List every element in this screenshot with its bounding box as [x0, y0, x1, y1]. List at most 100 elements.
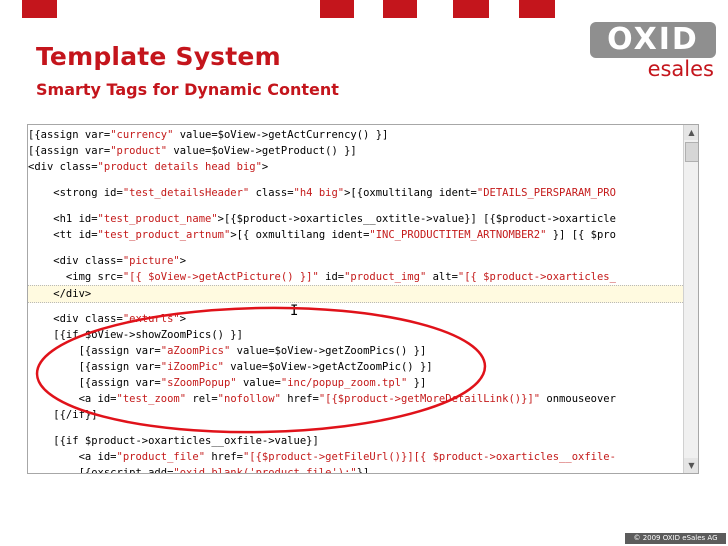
code-string: "nofollow"	[217, 393, 281, 405]
copyright-footer: © 2009 OXID eSales AG	[625, 533, 726, 544]
code-text: href=	[280, 393, 319, 405]
code-line[interactable]: [{oxscript add="oxid.blank('product_file…	[28, 465, 683, 473]
code-string: "[{ $oView->getActPicture() }]"	[122, 271, 319, 283]
code-text: [{if $product->oxarticles__oxfile->value…	[28, 435, 319, 447]
code-text: [{assign var=	[28, 129, 111, 141]
code-text: <a id=	[28, 393, 117, 405]
code-string: "[{$product->getMoreDetailLink()}]"	[318, 393, 541, 405]
code-text: }]	[356, 467, 370, 473]
code-string: "iZoomPic"	[160, 361, 224, 373]
code-text: value=	[236, 377, 281, 389]
code-line[interactable]: [{assign var="product" value=$oView->get…	[28, 143, 683, 159]
scroll-up-icon[interactable]: ▲	[684, 125, 698, 140]
code-text: }] [{ $pro	[546, 229, 616, 241]
code-line[interactable]: [{/if}]	[28, 407, 683, 423]
code-line[interactable]: <a id="product_file" href="[{$product->g…	[28, 449, 683, 465]
code-string: "[{ $product->oxarticles_	[457, 271, 616, 283]
top-bar-block	[519, 0, 555, 18]
code-line[interactable]: <a id="test_zoom" rel="nofollow" href="[…	[28, 391, 683, 407]
code-text: <tt id=	[28, 229, 98, 241]
code-string: "product_file"	[116, 451, 206, 463]
code-string: "aZoomPics"	[160, 345, 231, 357]
code-area[interactable]: [{assign var="currency" value=$oView->ge…	[28, 125, 683, 473]
code-text: alt=	[426, 271, 458, 283]
code-text: value=$oView->getActZoomPic() }]	[223, 361, 433, 373]
code-line[interactable]: <h1 id="test_product_name">[{$product->o…	[28, 211, 683, 227]
code-text: value=$oView->getActCurrency() }]	[173, 129, 389, 141]
code-text: </div>	[28, 288, 92, 300]
code-string: "sZoomPopup"	[160, 377, 237, 389]
code-text: [{assign var=	[28, 345, 161, 357]
code-line[interactable]: <tt id="test_product_artnum">[{ oxmultil…	[28, 227, 683, 243]
code-line[interactable]: [{assign var="iZoomPic" value=$oView->ge…	[28, 359, 683, 375]
code-string: "test_zoom"	[116, 393, 187, 405]
code-string: "product"	[110, 145, 168, 157]
oxid-esales-logo: OXID esales	[590, 22, 718, 80]
code-text: >	[261, 161, 269, 173]
top-decorative-bar	[0, 0, 728, 18]
code-text: [{/if}]	[28, 409, 98, 421]
code-text: [{assign var=	[28, 377, 161, 389]
code-text: <a id=	[28, 451, 117, 463]
logo-esales-text: esales	[647, 57, 714, 81]
text-cursor-icon: I	[290, 303, 299, 319]
code-text: value=$oView->getProduct() }]	[167, 145, 357, 157]
vertical-scrollbar[interactable]: ▲ ▼	[683, 125, 698, 473]
code-string: "product_img"	[344, 271, 427, 283]
code-text: >[{$product->oxarticles__oxtitle->value}…	[217, 213, 616, 225]
code-line[interactable]: <strong id="test_detailsHeader" class="h…	[28, 185, 683, 201]
top-bar-block	[22, 0, 57, 18]
slide-title: Template System	[36, 42, 281, 71]
code-string: "INC_PRODUCTITEM_ARTNOMBER2"	[369, 229, 547, 241]
code-text: <div class=	[28, 255, 123, 267]
code-text: >	[179, 313, 187, 325]
code-text: href=	[205, 451, 243, 463]
code-text: [{if $oView->showZoomPics() }]	[28, 329, 243, 341]
code-text: <img src=	[28, 271, 123, 283]
code-string: "oxid.blank('product_file');"	[173, 467, 357, 473]
slide-subtitle: Smarty Tags for Dynamic Content	[36, 80, 339, 99]
code-text: [{assign var=	[28, 361, 161, 373]
code-string: "test_detailsHeader"	[122, 187, 250, 199]
code-text: <h1 id=	[28, 213, 98, 225]
code-string: "currency"	[110, 129, 174, 141]
code-text: <div class=	[28, 313, 123, 325]
logo-oxid-text: OXID	[607, 22, 699, 57]
code-text: }]	[407, 377, 427, 389]
code-text: [{oxscript add=	[28, 467, 174, 473]
code-line[interactable]: [{assign var="currency" value=$oView->ge…	[28, 127, 683, 143]
code-editor[interactable]: [{assign var="currency" value=$oView->ge…	[27, 124, 699, 474]
code-line[interactable]: <div class="picture">	[28, 253, 683, 269]
code-text: onmouseover	[540, 393, 616, 405]
code-text: >[{oxmultilang ident=	[344, 187, 477, 199]
code-string: "test_product_artnum"	[97, 229, 231, 241]
code-string: "inc/popup_zoom.tpl"	[280, 377, 408, 389]
code-text: <div class=	[28, 161, 98, 173]
code-string: "[{$product->getFileUrl()}][{ $product->…	[242, 451, 616, 463]
code-string: "picture"	[122, 255, 180, 267]
code-string: "exturls"	[122, 313, 180, 325]
code-text: value=$oView->getZoomPics() }]	[230, 345, 427, 357]
code-string: "test_product_name"	[97, 213, 218, 225]
code-text: >[{ oxmultilang ident=	[230, 229, 370, 241]
code-line[interactable]: <div class="exturls">	[28, 311, 683, 327]
code-text: >	[179, 255, 187, 267]
scrollbar-thumb[interactable]	[685, 142, 698, 162]
code-line[interactable]: [{assign var="sZoomPopup" value="inc/pop…	[28, 375, 683, 391]
code-line[interactable]: [{if $product->oxarticles__oxfile->value…	[28, 433, 683, 449]
code-text: class=	[249, 187, 294, 199]
top-bar-block	[383, 0, 417, 18]
code-string: "product details head big"	[97, 161, 262, 173]
code-string: "DETAILS_PERSPARAM_PRO	[476, 187, 616, 199]
code-line[interactable]: [{if $oView->showZoomPics() }]	[28, 327, 683, 343]
code-string: "h4 big"	[293, 187, 345, 199]
code-text: [{assign var=	[28, 145, 111, 157]
top-bar-block	[453, 0, 489, 18]
code-text: rel=	[186, 393, 218, 405]
code-line[interactable]: [{assign var="aZoomPics" value=$oView->g…	[28, 343, 683, 359]
code-text: <strong id=	[28, 187, 123, 199]
scroll-down-icon[interactable]: ▼	[684, 458, 698, 473]
code-line[interactable]: <div class="product details head big">	[28, 159, 683, 175]
top-bar-block	[320, 0, 354, 18]
code-line[interactable]: <img src="[{ $oView->getActPicture() }]"…	[28, 269, 683, 285]
